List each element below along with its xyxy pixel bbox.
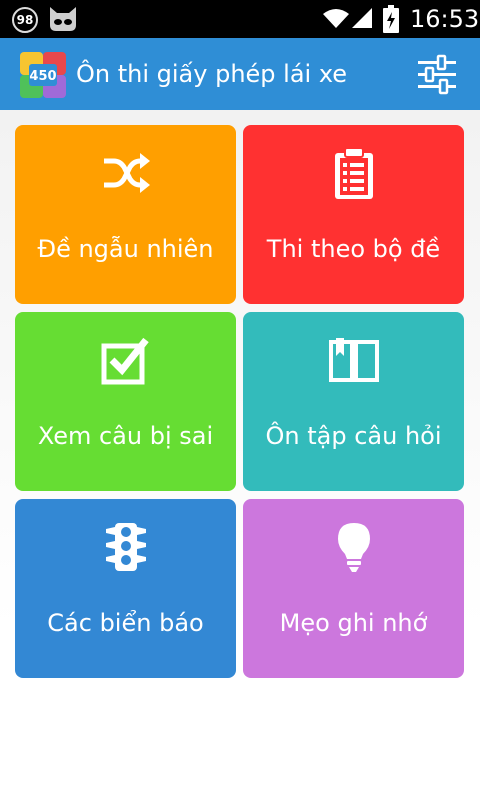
app-logo-icon: 450 — [20, 52, 66, 98]
traffic-light-icon — [105, 523, 146, 571]
app-title: Ôn thi giấy phép lái xe — [76, 60, 348, 88]
tile-label: Mẹo ghi nhớ — [279, 609, 428, 637]
tile-label: Ôn tập câu hỏi — [265, 422, 442, 450]
action-bar: 450 Ôn thi giấy phép lái xe — [0, 38, 480, 110]
cat-notification-icon — [50, 7, 76, 31]
tile-label: Các biển báo — [47, 609, 204, 637]
tile-wrong-answers[interactable]: Xem câu bị sai — [15, 312, 236, 491]
tile-label: Đề ngẫu nhiên — [37, 235, 214, 263]
tile-label: Thi theo bộ đề — [266, 235, 441, 263]
tile-review-questions[interactable]: Ôn tập câu hỏi — [243, 312, 464, 491]
lightbulb-icon — [337, 523, 370, 572]
clock: 16:53 — [410, 5, 480, 33]
menu-grid: Đề ngẫu nhiên Thi theo bộ đề Xem câu bị … — [0, 110, 480, 800]
signal-icon — [352, 8, 372, 28]
settings-sliders-icon[interactable] — [414, 54, 460, 96]
tile-label: Xem câu bị sai — [37, 422, 214, 450]
clipboard-icon — [334, 147, 373, 199]
wifi-icon — [323, 9, 349, 28]
tile-test-by-set[interactable]: Thi theo bộ đề — [243, 125, 464, 304]
shuffle-icon — [103, 153, 150, 193]
notification-count-badge: 98 — [12, 7, 38, 33]
status-bar: 98 16:53 — [0, 0, 480, 38]
tile-random-test[interactable]: Đề ngẫu nhiên — [15, 125, 236, 304]
app-logo-text: 450 — [29, 69, 56, 84]
tile-memory-tips[interactable]: Mẹo ghi nhớ — [243, 499, 464, 678]
battery-charging-icon — [383, 5, 399, 33]
checkbox-icon — [101, 337, 149, 385]
book-icon — [328, 338, 379, 382]
tile-road-signs[interactable]: Các biển báo — [15, 499, 236, 678]
